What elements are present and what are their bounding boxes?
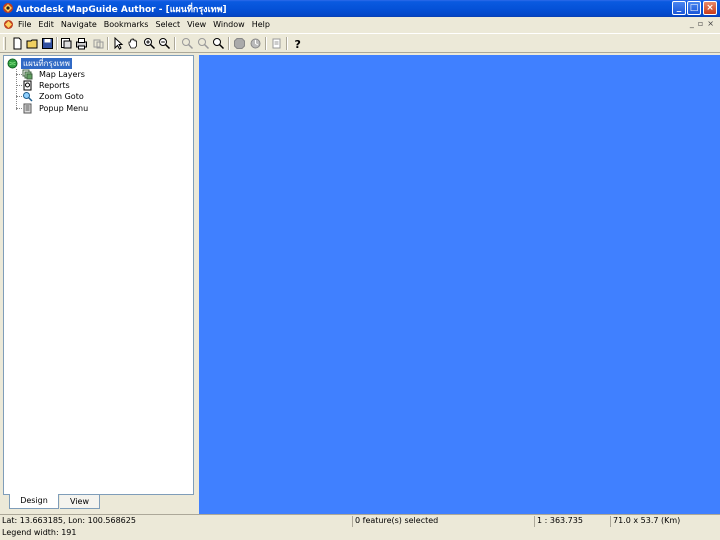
- zoom-window-icon[interactable]: [197, 37, 210, 50]
- save-icon[interactable]: [41, 37, 54, 50]
- project-tree-panel[interactable]: แผนที่กรุงเทพ Map Layers Reports Zoom Go…: [3, 55, 194, 495]
- menu-bar: File Edit Navigate Bookmarks Select View…: [0, 17, 720, 33]
- menu-bookmarks[interactable]: Bookmarks: [104, 20, 149, 29]
- select-arrow-icon[interactable]: [112, 37, 125, 50]
- tree-root-label[interactable]: แผนที่กรุงเทพ: [21, 58, 72, 69]
- pan-hand-icon[interactable]: [127, 37, 140, 50]
- publish-icon[interactable]: [60, 37, 73, 50]
- properties-icon[interactable]: [270, 37, 283, 50]
- document-icon[interactable]: [3, 19, 14, 30]
- status-bar: Lat: 13.663185, Lon: 100.568625 0 featur…: [0, 514, 720, 540]
- zoom-goto-icon: [22, 91, 33, 102]
- mdi-restore-button[interactable]: ▫: [698, 19, 703, 28]
- tree-item-popup-menu[interactable]: Popup Menu: [4, 103, 194, 114]
- zoom-out-icon[interactable]: [158, 37, 171, 50]
- map-canvas[interactable]: [199, 55, 720, 514]
- print-icon[interactable]: [75, 37, 88, 50]
- zoom-extents-icon[interactable]: [212, 37, 225, 50]
- svg-text:?: ?: [295, 38, 301, 50]
- zoom-in-icon[interactable]: [143, 37, 156, 50]
- menu-view[interactable]: View: [187, 20, 206, 29]
- tree-item-reports[interactable]: Reports: [4, 80, 194, 91]
- status-scale: 1 : 363.735: [534, 516, 608, 527]
- copy-icon[interactable]: [92, 37, 105, 50]
- tree-item-label[interactable]: Reports: [39, 80, 70, 91]
- status-coordinates: Lat: 13.663185, Lon: 100.568625: [2, 516, 136, 525]
- window-title: Autodesk MapGuide Author - [แผนที่กรุงเท…: [16, 5, 227, 15]
- menu-edit[interactable]: Edit: [38, 20, 54, 29]
- menu-file[interactable]: File: [18, 20, 31, 29]
- reports-icon: [22, 80, 33, 91]
- minimize-button[interactable]: _: [672, 1, 686, 15]
- tree-root[interactable]: แผนที่กรุงเทพ: [4, 58, 194, 69]
- refresh-icon[interactable]: [249, 37, 262, 50]
- mdi-close-button[interactable]: ×: [707, 19, 714, 28]
- tree-item-label[interactable]: Popup Menu: [39, 103, 88, 114]
- close-button[interactable]: ×: [703, 1, 717, 15]
- map-window: [198, 55, 720, 514]
- status-selection: 0 feature(s) selected: [352, 516, 532, 527]
- layers-icon: [22, 69, 33, 80]
- tree-item-map-layers[interactable]: Map Layers: [4, 69, 194, 80]
- zoom-previous-icon[interactable]: [181, 37, 194, 50]
- help-icon[interactable]: ?: [291, 37, 304, 50]
- tree-item-zoom-goto[interactable]: Zoom Goto: [4, 91, 194, 102]
- maximize-button[interactable]: □: [687, 1, 701, 15]
- open-icon[interactable]: [26, 37, 39, 50]
- status-legend-width: Legend width: 191: [2, 528, 77, 537]
- mapguide-app-icon[interactable]: [2, 2, 14, 14]
- menu-help[interactable]: Help: [252, 20, 270, 29]
- tab-view[interactable]: View: [60, 494, 100, 509]
- popup-menu-icon: [22, 103, 33, 114]
- menu-navigate[interactable]: Navigate: [61, 20, 97, 29]
- title-bar[interactable]: Autodesk MapGuide Author - [แผนที่กรุงเท…: [0, 0, 720, 17]
- menu-window[interactable]: Window: [213, 20, 245, 29]
- mdi-minimize-button[interactable]: _: [690, 19, 694, 28]
- toolbar-grip[interactable]: [3, 37, 6, 50]
- tree-item-label[interactable]: Zoom Goto: [39, 91, 84, 102]
- stop-icon[interactable]: [233, 37, 246, 50]
- globe-icon: [7, 58, 18, 69]
- status-dimensions: 71.0 x 53.7 (Km): [610, 516, 718, 527]
- new-icon[interactable]: [11, 37, 24, 50]
- toolbar: ?: [0, 33, 720, 53]
- tab-design[interactable]: Design: [9, 494, 59, 509]
- panel-tabs: Design View: [3, 494, 196, 512]
- menu-select[interactable]: Select: [155, 20, 180, 29]
- tree-item-label[interactable]: Map Layers: [39, 69, 85, 80]
